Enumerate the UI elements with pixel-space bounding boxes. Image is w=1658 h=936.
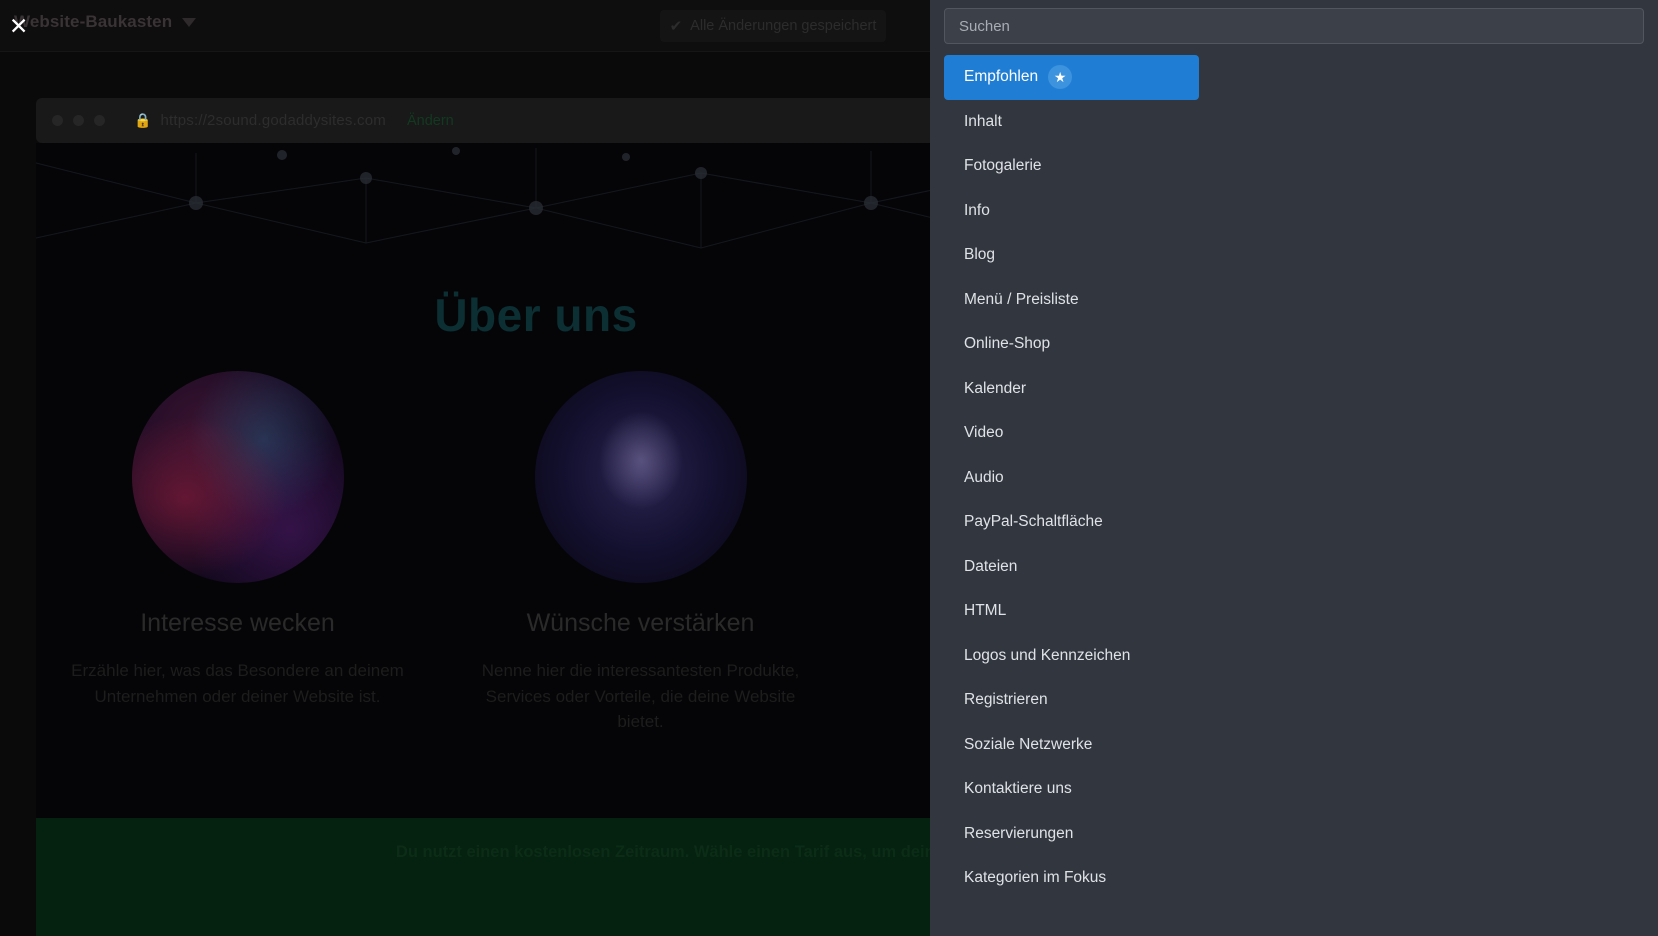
category-item-menu-preisliste[interactable]: Menü / Preisliste bbox=[944, 278, 1200, 323]
site-url-bar: 🔒 https://2sound.godaddysites.com Ändern bbox=[36, 98, 1036, 143]
hero-network-graphic bbox=[36, 143, 1036, 293]
category-item-online-shop[interactable]: Online-Shop bbox=[944, 322, 1200, 367]
category-item-paypal-schaltflaeche[interactable]: PayPal-Schaltfläche bbox=[944, 500, 1200, 545]
chevron-down-icon bbox=[182, 18, 196, 27]
category-item-dateien[interactable]: Dateien bbox=[944, 545, 1200, 590]
category-item-reservierungen[interactable]: Reservierungen bbox=[944, 812, 1200, 857]
column-title: Interesse wecken bbox=[36, 609, 439, 638]
category-label: HTML bbox=[964, 602, 1006, 620]
change-url-link[interactable]: Ändern bbox=[407, 113, 454, 129]
brand-menu[interactable]: Website-Baukasten bbox=[14, 12, 196, 32]
save-status-label: Alle Änderungen gespeichert bbox=[690, 18, 876, 34]
column-title: Wünsche verstärken bbox=[439, 609, 842, 638]
check-icon: ✔ bbox=[670, 17, 683, 35]
category-item-inhalt[interactable]: Inhalt bbox=[944, 100, 1200, 145]
category-label: Online-Shop bbox=[964, 335, 1050, 353]
category-label: Kategorien im Fokus bbox=[964, 869, 1106, 887]
category-label: Inhalt bbox=[964, 113, 1002, 131]
site-columns: Interesse wecken Erzähle hier, was das B… bbox=[36, 371, 1036, 735]
column-body: Erzähle hier, was das Besondere an deine… bbox=[36, 658, 439, 709]
site-column: Interesse wecken Erzähle hier, was das B… bbox=[36, 371, 439, 735]
close-icon[interactable]: ✕ bbox=[9, 16, 31, 38]
category-label: Kontaktiere uns bbox=[964, 780, 1072, 798]
column-image bbox=[132, 371, 344, 583]
category-label: Menü / Preisliste bbox=[964, 291, 1079, 309]
save-status-badge: ✔ Alle Änderungen gespeichert bbox=[660, 10, 886, 42]
category-label: Fotogalerie bbox=[964, 157, 1042, 175]
category-label: PayPal-Schaltfläche bbox=[964, 513, 1103, 531]
category-item-kategorien-im-fokus[interactable]: Kategorien im Fokus bbox=[944, 856, 1200, 901]
category-label: Empfohlen bbox=[964, 68, 1038, 86]
site-url: https://2sound.godaddysites.com bbox=[160, 112, 386, 129]
category-item-kontaktiere-uns[interactable]: Kontaktiere uns bbox=[944, 767, 1200, 812]
category-label: Blog bbox=[964, 246, 995, 264]
column-image bbox=[535, 371, 747, 583]
category-item-audio[interactable]: Audio bbox=[944, 456, 1200, 501]
search-input[interactable] bbox=[944, 8, 1644, 44]
panel-search-row bbox=[930, 0, 1658, 52]
lock-icon: 🔒 bbox=[134, 112, 151, 129]
window-dots bbox=[52, 115, 105, 126]
category-label: Soziale Netzwerke bbox=[964, 736, 1092, 754]
category-label: Video bbox=[964, 424, 1003, 442]
category-item-info[interactable]: Info bbox=[944, 189, 1200, 234]
category-item-fotogalerie[interactable]: Fotogalerie bbox=[944, 144, 1200, 189]
site-preview-canvas: Über uns Interesse wecken Erzähle hier, … bbox=[36, 143, 1036, 818]
category-item-kalender[interactable]: Kalender bbox=[944, 367, 1200, 412]
category-item-html[interactable]: HTML bbox=[944, 589, 1200, 634]
category-label: Dateien bbox=[964, 558, 1017, 576]
category-item-video[interactable]: Video bbox=[944, 411, 1200, 456]
site-column: Wünsche verstärken Nenne hier die intere… bbox=[439, 371, 842, 735]
add-section-panel: Empfohlen ★ Inhalt Fotogalerie Info Blog… bbox=[930, 0, 1658, 936]
brand-label: Website-Baukasten bbox=[14, 12, 172, 32]
category-label: Audio bbox=[964, 469, 1004, 487]
category-item-logos-und-kennzeichen[interactable]: Logos und Kennzeichen bbox=[944, 634, 1200, 679]
category-label: Kalender bbox=[964, 380, 1026, 398]
category-list[interactable]: Empfohlen ★ Inhalt Fotogalerie Info Blog… bbox=[944, 55, 1200, 936]
category-item-blog[interactable]: Blog bbox=[944, 233, 1200, 278]
category-label: Logos und Kennzeichen bbox=[964, 647, 1130, 665]
category-label: Info bbox=[964, 202, 990, 220]
column-body: Nenne hier die interessantesten Produkte… bbox=[439, 658, 842, 735]
category-item-registrieren[interactable]: Registrieren bbox=[944, 678, 1200, 723]
page-title: Über uns bbox=[36, 288, 1036, 342]
category-label: Reservierungen bbox=[964, 825, 1073, 843]
category-label: Registrieren bbox=[964, 691, 1048, 709]
star-icon: ★ bbox=[1048, 65, 1072, 89]
category-item-soziale-netzwerke[interactable]: Soziale Netzwerke bbox=[944, 723, 1200, 768]
category-item-empfohlen[interactable]: Empfohlen ★ bbox=[944, 55, 1199, 100]
